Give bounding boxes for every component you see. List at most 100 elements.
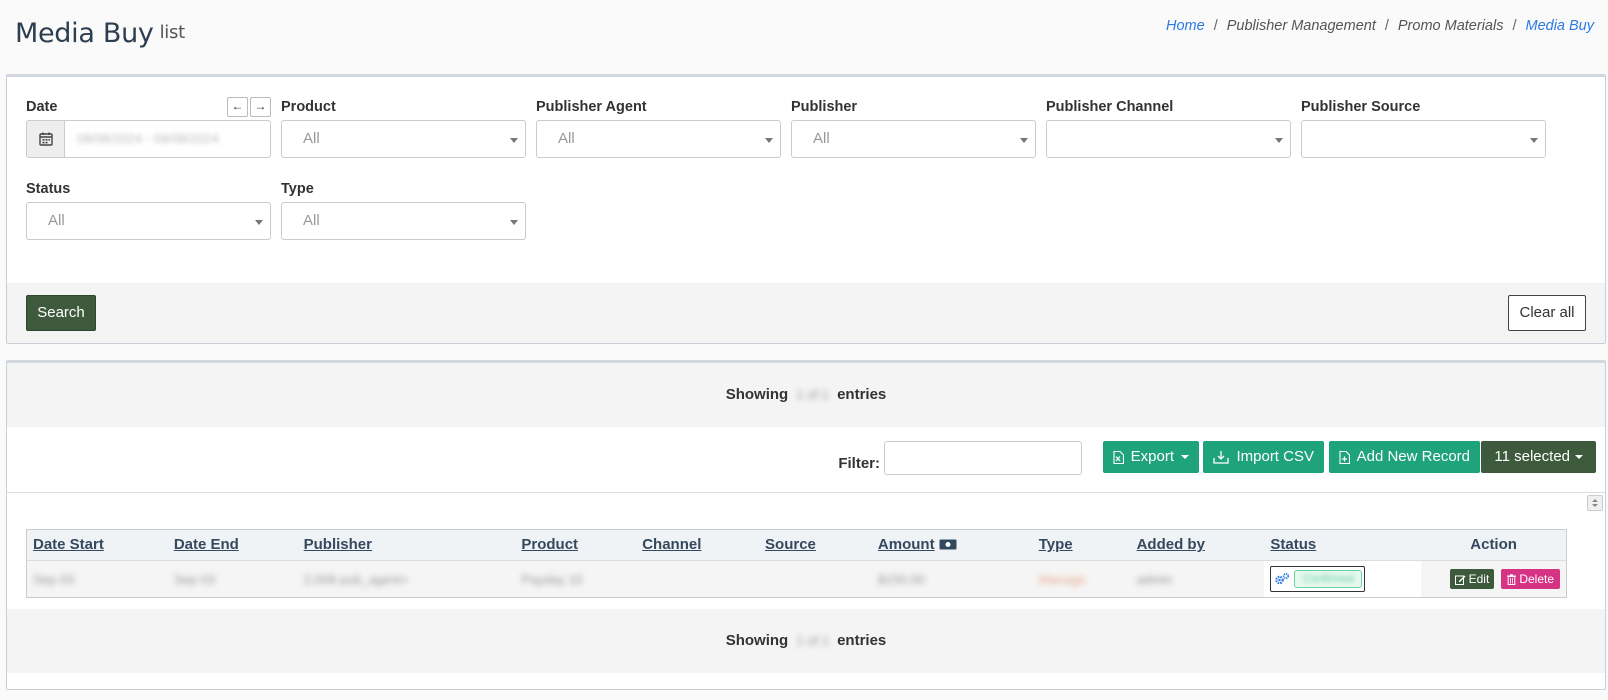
publisher-channel-select[interactable] xyxy=(1046,120,1291,158)
publisher-source-select[interactable] xyxy=(1301,120,1546,158)
chevron-down-icon xyxy=(1530,138,1538,143)
calendar-icon xyxy=(27,121,65,157)
column-publisher[interactable]: Publisher xyxy=(298,530,516,560)
search-button[interactable]: Search xyxy=(26,295,96,331)
cell-text: Sep 03 xyxy=(173,571,216,587)
filter-panel: Date ← → 08/08/2024 - 09/08/2024 Product… xyxy=(6,74,1606,344)
showing-entries-top: Showing 1 of 1 entries xyxy=(7,363,1605,427)
column-date-start[interactable]: Date Start xyxy=(27,530,168,560)
cell-text: 2,008 pub_agent+ xyxy=(303,571,409,587)
cell-date-start: Sep 03 xyxy=(27,572,168,587)
caret-down-icon xyxy=(1181,455,1189,459)
gears-icon xyxy=(1275,572,1290,585)
cell-publisher[interactable]: 2,008 pub_agent+ xyxy=(298,572,516,587)
breadcrumb: Home / Publisher Management / Promo Material… xyxy=(1166,18,1594,34)
sort-toggle-icon[interactable] xyxy=(1587,495,1603,511)
publisher-label: Publisher xyxy=(791,99,858,115)
publisher-source-filter: Publisher Source xyxy=(1301,98,1546,158)
product-select[interactable]: All xyxy=(281,120,526,158)
next-date-button[interactable]: → xyxy=(250,97,271,117)
money-bill-icon xyxy=(939,539,957,550)
showing-suffix: entries xyxy=(837,386,887,403)
file-plus-icon xyxy=(1339,450,1350,464)
columns-selected-label: 11 selected xyxy=(1494,448,1570,465)
caret-down-icon xyxy=(1575,455,1583,459)
status-select[interactable]: All xyxy=(26,202,271,240)
chevron-down-icon xyxy=(765,138,773,143)
column-channel[interactable]: Channel xyxy=(636,530,759,560)
status-badge: Confirmed xyxy=(1294,570,1363,588)
chevron-down-icon xyxy=(1275,138,1283,143)
media-buy-table: Date Start Date End Publisher Product Ch… xyxy=(26,529,1567,598)
column-amount[interactable]: Amount xyxy=(872,530,1033,560)
column-type[interactable]: Type xyxy=(1033,530,1131,560)
publisher-source-label: Publisher Source xyxy=(1301,99,1421,115)
chevron-down-icon xyxy=(510,220,518,225)
publisher-agent-select[interactable]: All xyxy=(536,120,781,158)
breadcrumb-separator: / xyxy=(1213,18,1218,34)
column-source[interactable]: Source xyxy=(759,530,872,560)
cell-text: Sep 03 xyxy=(33,571,75,587)
export-button[interactable]: Export xyxy=(1102,441,1199,473)
column-action: Action xyxy=(1421,530,1566,560)
add-new-record-button[interactable]: Add New Record xyxy=(1328,441,1480,473)
showing-suffix: entries xyxy=(837,632,887,649)
breadcrumb-home[interactable]: Home xyxy=(1166,18,1205,34)
showing-prefix: Showing xyxy=(725,386,789,403)
publisher-filter: Publisher All xyxy=(791,98,1036,158)
status-select-value: All xyxy=(48,212,65,229)
prev-date-button[interactable]: ← xyxy=(227,97,248,117)
publisher-agent-filter: Publisher Agent All xyxy=(536,98,781,158)
column-date-end[interactable]: Date End xyxy=(168,530,298,560)
column-label: Publisher xyxy=(303,536,372,553)
publisher-channel-filter: Publisher Channel xyxy=(1046,98,1291,158)
cell-text: Payday 10 xyxy=(521,571,583,587)
product-select-value: All xyxy=(303,130,320,147)
cell-date-end: Sep 03 xyxy=(168,572,298,587)
columns-selected-button[interactable]: 11 selected xyxy=(1481,441,1596,473)
column-label: Product xyxy=(521,536,579,553)
status-dropdown[interactable]: Confirmed xyxy=(1270,566,1366,592)
showing-entries-bottom: Showing 1 of 1 entries xyxy=(7,609,1605,673)
publisher-agent-select-value: All xyxy=(558,130,575,147)
column-added-by[interactable]: Added by xyxy=(1131,530,1265,560)
type-select[interactable]: All xyxy=(281,202,526,240)
column-label: Date Start xyxy=(33,536,104,553)
status-label: Status xyxy=(26,181,71,197)
import-csv-button[interactable]: Import CSV xyxy=(1203,441,1324,473)
import-csv-label: Import CSV xyxy=(1236,448,1314,465)
filter-label: Filter: xyxy=(838,455,880,472)
filter-input[interactable] xyxy=(884,441,1082,475)
cell-type: Manage xyxy=(1033,572,1131,587)
filter-footer: Search Clear all xyxy=(7,283,1605,343)
type-label: Type xyxy=(281,181,314,197)
type-filter: Type All xyxy=(281,180,526,240)
column-label: Amount xyxy=(877,536,935,553)
file-excel-icon xyxy=(1113,450,1124,464)
cell-action: Edit Delete xyxy=(1421,569,1566,589)
breadcrumb-media-buy[interactable]: Media Buy xyxy=(1525,18,1594,34)
edit-button[interactable]: Edit xyxy=(1449,569,1495,589)
breadcrumb-publisher-management: Publisher Management xyxy=(1226,18,1376,34)
trash-icon xyxy=(1507,573,1517,585)
showing-prefix: Showing xyxy=(725,632,789,649)
date-range-input[interactable]: 08/08/2024 - 09/08/2024 xyxy=(26,120,271,158)
page-title: Media Buy list xyxy=(15,18,185,49)
publisher-select[interactable]: All xyxy=(791,120,1036,158)
delete-button[interactable]: Delete xyxy=(1501,569,1560,589)
column-label: Added by xyxy=(1136,536,1205,553)
add-new-record-label: Add New Record xyxy=(1356,448,1470,465)
publisher-select-value: All xyxy=(813,130,830,147)
column-status[interactable]: Status xyxy=(1264,530,1421,560)
page-subtitle: list xyxy=(159,22,186,43)
edit-label: Edit xyxy=(1468,572,1490,586)
clear-all-button[interactable]: Clear all xyxy=(1508,295,1586,331)
status-filter: Status All xyxy=(26,180,271,240)
showing-count: 1 of 1 xyxy=(796,387,829,402)
column-product[interactable]: Product xyxy=(515,530,636,560)
product-filter: Product All xyxy=(281,98,526,158)
column-label: Action xyxy=(1470,536,1517,553)
column-label: Source xyxy=(765,536,816,553)
cell-amount: $150.00 xyxy=(872,572,1033,587)
date-arrows: ← → xyxy=(227,97,271,117)
